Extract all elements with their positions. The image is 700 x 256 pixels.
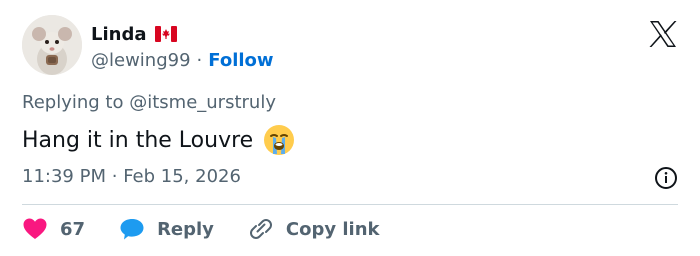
copy-link-button[interactable]: Copy link xyxy=(248,217,380,241)
copy-link-label: Copy link xyxy=(285,218,380,240)
separator-dot: · xyxy=(196,49,203,71)
separator-dot: · xyxy=(111,166,118,187)
divider xyxy=(22,204,678,205)
crying-face-emoji xyxy=(263,124,295,156)
replying-to-mention[interactable]: @itsme_urstruly xyxy=(129,92,276,113)
author-handle[interactable]: @lewing99 xyxy=(91,50,191,71)
heart-icon xyxy=(23,218,47,239)
avatar-rat-photo xyxy=(22,15,82,75)
author-name-row: Linda xyxy=(91,20,177,48)
author-handle-row: @lewing99 · Follow xyxy=(91,46,274,74)
replying-to-label: Replying to xyxy=(22,92,124,113)
replying-to-line: Replying to @itsme_urstruly xyxy=(22,92,276,113)
x-logo-icon[interactable] xyxy=(648,20,678,48)
tweet-text: Hang it in the Louvre xyxy=(22,127,254,153)
link-icon xyxy=(249,219,272,239)
reply-label: Reply xyxy=(157,218,214,240)
canada-flag-icon xyxy=(154,26,177,42)
info-icon[interactable] xyxy=(654,166,678,190)
avatar[interactable] xyxy=(22,15,82,75)
author-name[interactable]: Linda xyxy=(91,24,147,45)
action-bar: 67 Reply Copy link xyxy=(22,214,414,244)
reply-bubble-icon xyxy=(120,219,144,240)
like-count: 67 xyxy=(60,218,86,240)
follow-button[interactable]: Follow xyxy=(208,50,273,71)
reply-button[interactable]: Reply xyxy=(119,217,214,241)
tweet-date: Feb 15, 2026 xyxy=(123,166,241,187)
tweet-body: Hang it in the Louvre xyxy=(22,124,295,156)
tweet-time: 11:39 PM xyxy=(22,166,106,187)
tweet-timestamp[interactable]: 11:39 PM · Feb 15, 2026 xyxy=(22,166,241,187)
like-button[interactable]: 67 xyxy=(22,217,85,241)
